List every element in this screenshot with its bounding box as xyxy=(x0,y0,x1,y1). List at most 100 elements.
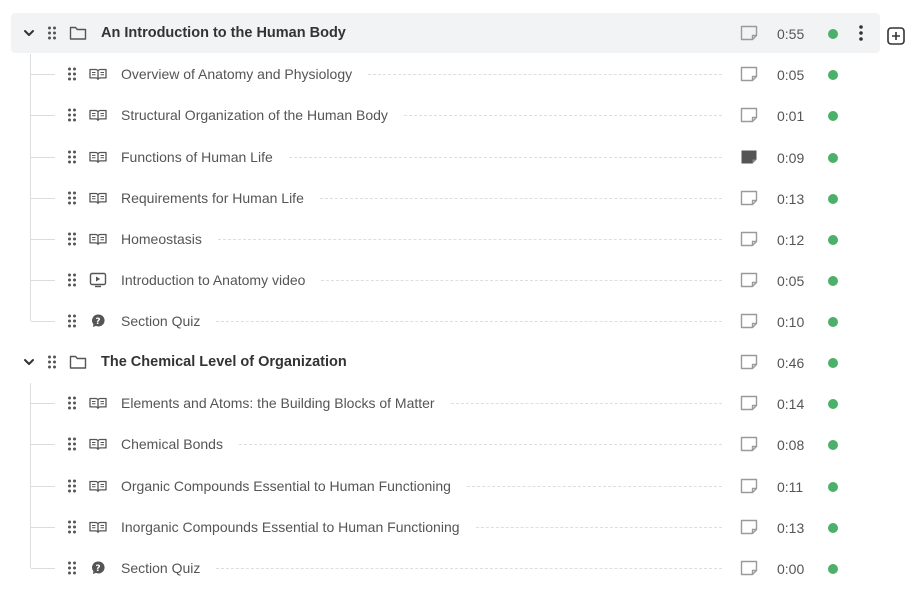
lesson-title[interactable]: Section Quiz xyxy=(121,559,210,577)
tree-branch xyxy=(31,115,55,116)
drag-handle-icon[interactable] xyxy=(47,26,57,40)
status-dot xyxy=(828,111,838,121)
chevron-down-icon[interactable] xyxy=(22,26,36,40)
tree-branch xyxy=(31,157,55,158)
lesson-row[interactable]: Structural Organization of the Human Bod… xyxy=(0,95,880,135)
chevron-down-icon[interactable] xyxy=(22,355,36,369)
duration: 0:55 xyxy=(777,26,805,42)
duration: 0:10 xyxy=(777,314,805,330)
lesson-title[interactable]: Introduction to Anatomy video xyxy=(121,271,315,289)
add-item-icon[interactable] xyxy=(886,26,906,46)
book-icon xyxy=(89,394,107,412)
book-icon xyxy=(89,477,107,495)
lesson-title[interactable]: Inorganic Compounds Essential to Human F… xyxy=(121,518,470,536)
lesson-row[interactable]: Introduction to Anatomy video 0:05 xyxy=(0,260,880,300)
lesson-row[interactable]: Homeostasis 0:12 xyxy=(0,219,880,259)
drag-handle-icon[interactable] xyxy=(47,355,57,369)
section-row[interactable]: An Introduction to the Human Body 0:55 xyxy=(11,13,880,53)
quiz-icon: ? xyxy=(89,559,107,577)
folder-icon xyxy=(69,353,87,371)
note-icon[interactable] xyxy=(740,354,758,372)
drag-handle-icon[interactable] xyxy=(67,191,77,205)
lesson-title[interactable]: Homeostasis xyxy=(121,230,212,248)
lesson-row[interactable]: Chemical Bonds 0:08 xyxy=(0,424,880,464)
tree-branch xyxy=(31,568,55,569)
drag-handle-icon[interactable] xyxy=(67,273,77,287)
status-dot xyxy=(828,440,838,450)
tree-branch xyxy=(31,444,55,445)
tree-branch xyxy=(31,403,55,404)
lesson-title[interactable]: Requirements for Human Life xyxy=(121,189,314,207)
note-icon[interactable] xyxy=(740,272,758,290)
drag-handle-icon[interactable] xyxy=(67,232,77,246)
dotted-leader xyxy=(239,444,722,445)
lesson-title[interactable]: Overview of Anatomy and Physiology xyxy=(121,65,362,83)
duration: 0:09 xyxy=(777,150,805,166)
duration: 0:08 xyxy=(777,437,805,453)
drag-handle-icon[interactable] xyxy=(67,437,77,451)
lesson-title[interactable]: Structural Organization of the Human Bod… xyxy=(121,106,398,124)
status-dot xyxy=(828,399,838,409)
duration: 0:13 xyxy=(777,191,805,207)
duration: 0:14 xyxy=(777,396,805,412)
duration: 0:11 xyxy=(777,479,804,495)
dotted-leader xyxy=(368,74,722,75)
book-icon xyxy=(89,435,107,453)
drag-handle-icon[interactable] xyxy=(67,520,77,534)
lesson-row[interactable]: Organic Compounds Essential to Human Fun… xyxy=(0,466,880,506)
drag-handle-icon[interactable] xyxy=(67,479,77,493)
status-dot xyxy=(828,482,838,492)
note-icon[interactable] xyxy=(740,313,758,331)
lesson-title[interactable]: Elements and Atoms: the Building Blocks … xyxy=(121,394,445,412)
dotted-leader xyxy=(476,527,722,528)
book-icon xyxy=(89,106,107,124)
section-row[interactable]: The Chemical Level of Organization 0:46 xyxy=(0,342,880,382)
lesson-row[interactable]: Overview of Anatomy and Physiology 0:05 xyxy=(0,54,880,94)
note-icon[interactable] xyxy=(740,107,758,125)
note-icon[interactable] xyxy=(740,231,758,249)
lesson-row[interactable]: Functions of Human Life 0:09 xyxy=(0,137,880,177)
lesson-title[interactable]: Section Quiz xyxy=(121,312,210,330)
note-filled-icon[interactable] xyxy=(740,149,758,167)
tree-branch xyxy=(31,74,55,75)
note-icon[interactable] xyxy=(740,66,758,84)
drag-handle-icon[interactable] xyxy=(67,67,77,81)
lesson-row[interactable]: Requirements for Human Life 0:13 xyxy=(0,178,880,218)
book-icon xyxy=(89,230,107,248)
duration: 0:00 xyxy=(777,561,805,577)
note-icon[interactable] xyxy=(740,190,758,208)
more-options-icon[interactable] xyxy=(855,24,867,42)
lesson-title[interactable]: Chemical Bonds xyxy=(121,435,233,453)
drag-handle-icon[interactable] xyxy=(67,150,77,164)
note-icon[interactable] xyxy=(740,395,758,413)
drag-handle-icon[interactable] xyxy=(67,396,77,410)
book-icon xyxy=(89,189,107,207)
drag-handle-icon[interactable] xyxy=(67,314,77,328)
lesson-row[interactable]: Elements and Atoms: the Building Blocks … xyxy=(0,383,880,423)
section-title[interactable]: An Introduction to the Human Body xyxy=(101,24,356,42)
dotted-leader xyxy=(289,157,722,158)
video-icon xyxy=(89,271,107,289)
note-icon[interactable] xyxy=(740,478,758,496)
dotted-leader xyxy=(404,115,722,116)
lesson-row[interactable]: Inorganic Compounds Essential to Human F… xyxy=(0,507,880,547)
status-dot xyxy=(828,276,838,286)
lesson-title[interactable]: Functions of Human Life xyxy=(121,148,283,166)
duration: 0:05 xyxy=(777,67,805,83)
quiz-icon: ? xyxy=(89,312,107,330)
status-dot xyxy=(828,317,838,327)
dotted-leader xyxy=(321,280,722,281)
lesson-title[interactable]: Organic Compounds Essential to Human Fun… xyxy=(121,477,461,495)
note-icon[interactable] xyxy=(740,25,758,43)
duration: 0:13 xyxy=(777,520,805,536)
drag-handle-icon[interactable] xyxy=(67,561,77,575)
note-icon[interactable] xyxy=(740,436,758,454)
section-title[interactable]: The Chemical Level of Organization xyxy=(101,353,357,371)
lesson-row[interactable]: ? Section Quiz 0:00 xyxy=(0,548,880,588)
status-dot xyxy=(828,70,838,80)
drag-handle-icon[interactable] xyxy=(67,108,77,122)
note-icon[interactable] xyxy=(740,560,758,578)
note-icon[interactable] xyxy=(740,519,758,537)
lesson-row[interactable]: ? Section Quiz 0:10 xyxy=(0,301,880,341)
tree-branch xyxy=(31,321,55,322)
